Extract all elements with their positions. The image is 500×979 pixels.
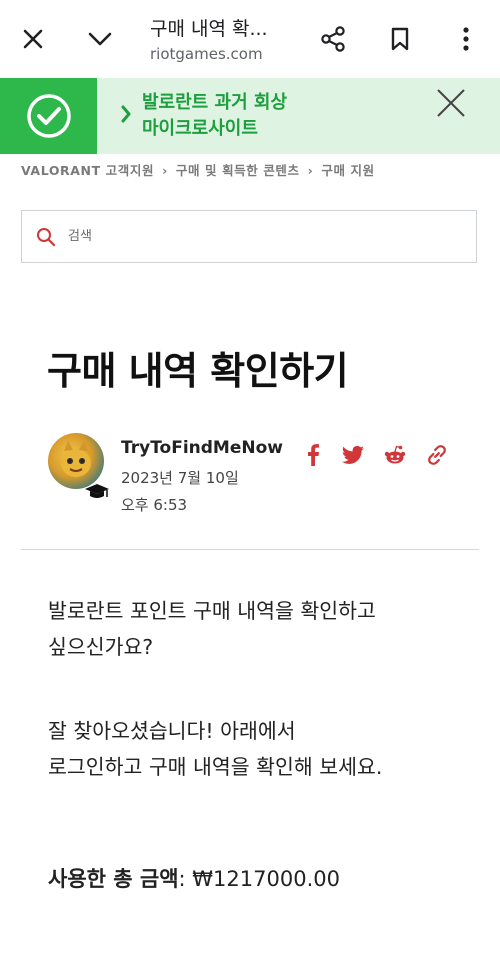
total-spent-value: : ₩1217000.00	[178, 867, 340, 891]
breadcrumb-item-purchase-support[interactable]: 구매 지원	[321, 160, 374, 179]
breadcrumb-separator: ›	[307, 163, 314, 178]
avatar[interactable]	[48, 433, 104, 489]
article-title: 구매 내역 확인하기	[47, 349, 349, 393]
paragraph-line: 잘 찾아오셨습니다! 아래에서	[48, 719, 296, 743]
page-title-label: 구매 내역 확...	[150, 18, 268, 40]
share-icon[interactable]	[316, 22, 350, 56]
total-spent: 사용한 총 금액: ₩1217000.00	[48, 863, 340, 893]
more-vert-icon[interactable]	[449, 22, 483, 56]
paragraph-line: 싶으신가요?	[48, 635, 154, 659]
paragraph-login: 잘 찾아오셨습니다! 아래에서 로그인하고 구매 내역을 확인해 보세요.	[48, 713, 382, 785]
post-time: 오후 6:53	[121, 496, 188, 514]
url-label[interactable]: riotgames.com	[150, 45, 263, 63]
paragraph-intro: 발로란트 포인트 구매 내역을 확인하고 싶으신가요?	[48, 593, 376, 665]
search-box[interactable]	[21, 210, 477, 263]
search-icon	[36, 227, 56, 251]
chevron-down-icon[interactable]	[83, 22, 117, 56]
banner-line2: 마이크로사이트	[142, 118, 258, 139]
breadcrumb-item-purchases[interactable]: 구매 및 획득한 콘텐츠	[176, 160, 300, 179]
twitter-icon[interactable]	[342, 444, 364, 466]
graduation-cap-icon	[84, 482, 110, 506]
paragraph-line: 로그인하고 구매 내역을 확인해 보세요.	[48, 755, 383, 779]
bookmark-icon[interactable]	[383, 22, 417, 56]
search-input[interactable]	[68, 221, 448, 251]
check-circle-icon	[0, 78, 97, 154]
reddit-icon[interactable]	[384, 444, 406, 466]
breadcrumb-item-support[interactable]: VALORANT 고객지원	[21, 160, 154, 179]
post-date: 2023년 7월 10일	[121, 469, 239, 487]
chevron-right-icon	[120, 104, 132, 128]
divider	[21, 549, 479, 550]
breadcrumb: VALORANT 고객지원 › 구매 및 획득한 콘텐츠 › 구매 지원	[21, 160, 375, 179]
banner-line1: 발로란트 과거 회상	[142, 92, 288, 113]
paragraph-line: 발로란트 포인트 구매 내역을 확인하고	[48, 599, 376, 623]
author-name[interactable]: TryToFindMeNow	[121, 438, 283, 458]
browser-toolbar: 구매 내역 확... riotgames.com	[0, 0, 500, 78]
close-icon[interactable]	[16, 22, 50, 56]
breadcrumb-separator: ›	[162, 163, 168, 178]
banner-link[interactable]: 발로란트 과거 회상 마이크로사이트	[142, 90, 287, 142]
promo-banner[interactable]: 발로란트 과거 회상 마이크로사이트	[0, 78, 500, 154]
link-icon[interactable]	[426, 444, 448, 466]
facebook-icon[interactable]	[302, 444, 324, 466]
banner-close-icon[interactable]	[434, 86, 468, 120]
total-spent-label: 사용한 총 금액	[48, 867, 179, 891]
